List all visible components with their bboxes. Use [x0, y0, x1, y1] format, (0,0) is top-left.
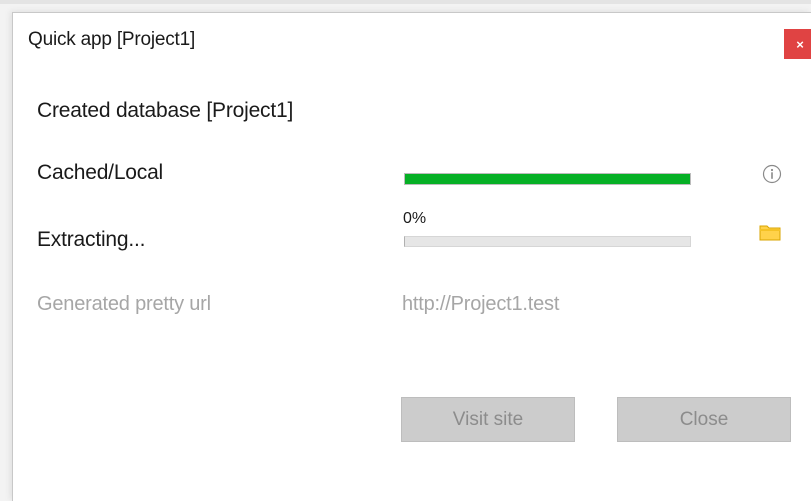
cached-local-label: Cached/Local — [37, 161, 164, 184]
quick-app-dialog: Quick app [Project1] × Created database … — [12, 12, 811, 501]
close-icon: × — [796, 36, 804, 52]
pretty-url-value: http://Project1.test — [402, 293, 560, 315]
extracting-label: Extracting... — [37, 228, 146, 251]
dialog-titlebar: Quick app [Project1] × — [13, 13, 811, 65]
extract-progress-bar — [404, 236, 691, 247]
cached-progress-bar — [404, 173, 691, 185]
close-window-button[interactable]: × — [784, 29, 811, 59]
info-icon[interactable] — [762, 164, 782, 184]
created-database-label: Created database [Project1] — [37, 99, 294, 122]
close-button[interactable]: Close — [617, 397, 791, 442]
dialog-title: Quick app [Project1] — [28, 29, 196, 50]
background-window-edge — [0, 0, 811, 4]
folder-icon[interactable] — [759, 222, 781, 242]
cached-progress-fill — [405, 174, 690, 184]
extract-percent-text: 0% — [403, 210, 427, 227]
pretty-url-label: Generated pretty url — [37, 293, 211, 315]
visit-site-button[interactable]: Visit site — [401, 397, 575, 442]
